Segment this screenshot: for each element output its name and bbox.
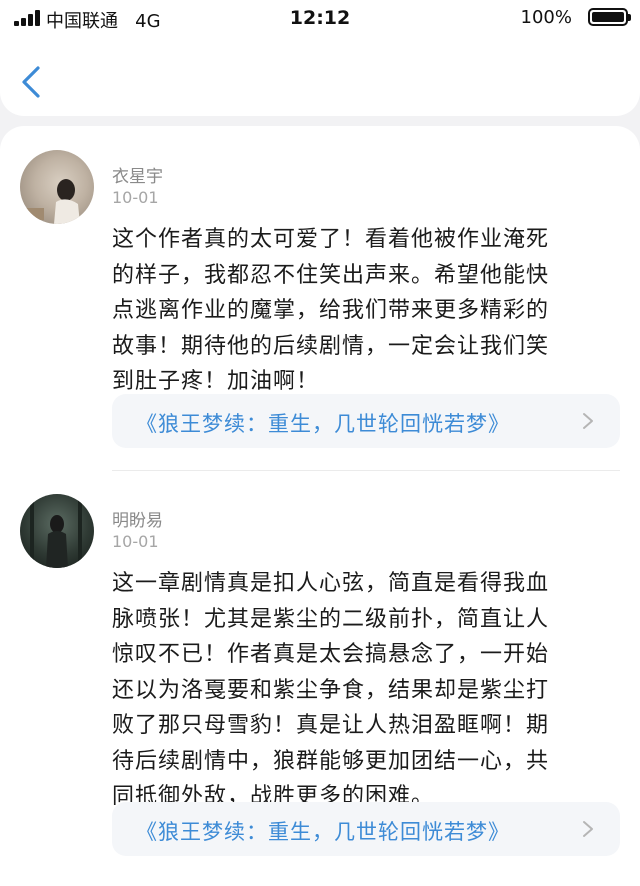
- divider: [112, 470, 620, 471]
- comment-date: 10-01: [112, 532, 159, 551]
- status-bar: 中国联通 4G 12:12 100%: [0, 0, 640, 36]
- avatar[interactable]: [20, 494, 94, 568]
- book-title: 《狼王梦续：重生，几世轮回恍若梦》: [136, 820, 510, 844]
- comment-date: 10-01: [112, 188, 159, 207]
- avatar[interactable]: [20, 150, 94, 224]
- comment-text: 这一章剧情真是扣人心弦，简直是看得我血 脉喷张！尤其是紫尘的二级前扑，简直让人 …: [112, 571, 550, 809]
- book-title: 《狼王梦续：重生，几世轮回恍若梦》: [136, 412, 510, 436]
- back-button[interactable]: [18, 64, 46, 100]
- comment-text: 这个作者真的太可爱了！看着他被作业淹死 的样子，我都忍不住笑出声来。希望他能快 …: [112, 227, 550, 394]
- comments-card: 衣星宇 10-01 这个作者真的太可爱了！看着他被作业淹死 的样子，我都忍不住笑…: [0, 126, 640, 886]
- battery-percentage: 100%: [520, 7, 572, 28]
- chevron-left-icon: [22, 66, 40, 98]
- battery-icon: [588, 8, 631, 26]
- username[interactable]: 衣星宇: [112, 162, 163, 187]
- chevron-right-icon: [583, 821, 593, 837]
- chevron-right-icon: [583, 413, 593, 429]
- nav-bar: [0, 36, 640, 116]
- book-link[interactable]: 《狼王梦续：重生，几世轮回恍若梦》: [112, 394, 620, 448]
- username[interactable]: 明盼易: [112, 506, 163, 531]
- book-link[interactable]: 《狼王梦续：重生，几世轮回恍若梦》: [112, 802, 620, 856]
